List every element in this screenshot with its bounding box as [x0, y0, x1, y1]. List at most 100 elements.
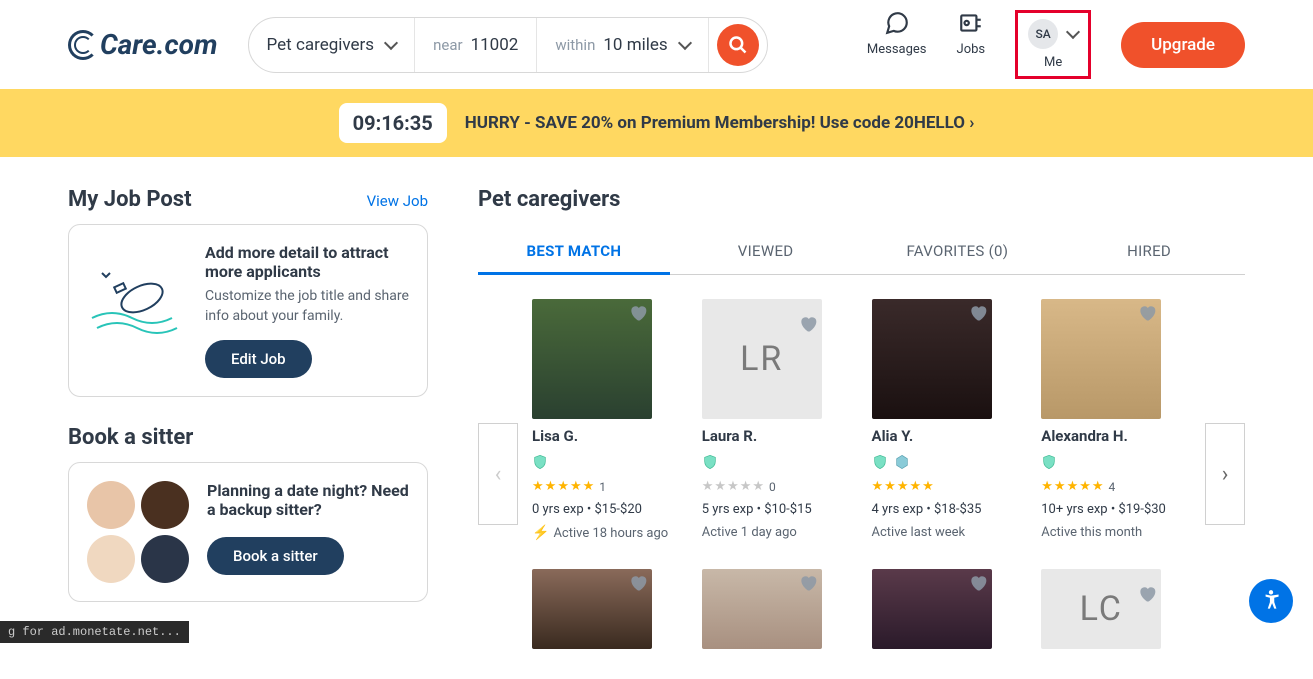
tab-viewed[interactable]: VIEWED	[670, 230, 862, 274]
star-icon: ★	[897, 479, 909, 494]
favorite-icon[interactable]	[968, 303, 988, 323]
chevron-down-icon	[384, 35, 398, 49]
job-post-card: Add more detail to attract more applican…	[68, 224, 428, 397]
results-tabs: BEST MATCH VIEWED FAVORITES (0) HIRED	[478, 230, 1245, 275]
caregiver-name: Lisa G.	[532, 427, 682, 445]
caregiver-meta: 4 yrs exp • $18-$35	[872, 502, 1022, 517]
shield-icon	[532, 453, 548, 471]
nav-messages[interactable]: Messages	[867, 10, 927, 57]
book-title: Planning a date night? Need a backup sit…	[207, 481, 409, 519]
caregiver-name: Alexandra H.	[1041, 427, 1191, 445]
avatar	[87, 481, 135, 529]
avatar	[87, 535, 135, 583]
caregiver-image[interactable]	[1041, 299, 1161, 419]
caregiver-row2: LC	[532, 569, 1191, 649]
book-head: Book a sitter	[68, 425, 428, 450]
carousel-body: Lisa G. ★★★★★1 0 yrs exp • $15-$20 ⚡Acti…	[532, 299, 1191, 649]
job-post-heading: My Job Post	[68, 187, 192, 212]
star-icon: ★	[545, 479, 557, 494]
caregiver-card[interactable]: Lisa G. ★★★★★1 0 yrs exp • $15-$20 ⚡Acti…	[532, 299, 682, 541]
caregiver-thumb[interactable]: LC	[1041, 569, 1161, 649]
active-status: Active this month	[1041, 525, 1191, 540]
promo-banner[interactable]: 09:16:35 HURRY - SAVE 20% on Premium Mem…	[0, 89, 1313, 157]
star-icon: ★	[909, 479, 921, 494]
star-icon: ★	[922, 479, 934, 494]
within-label: within	[555, 36, 595, 54]
carousel: ‹ Lisa G. ★★★★★1 0 yrs exp • $15-$20 ⚡Ac…	[478, 299, 1245, 649]
search-category-select[interactable]: Pet caregivers	[249, 18, 416, 72]
browser-status: g for ad.monetate.net...	[0, 621, 189, 643]
near-label: near	[433, 36, 462, 54]
star-icon: ★	[532, 479, 544, 494]
favorite-icon[interactable]	[798, 303, 818, 323]
favorite-icon[interactable]	[968, 573, 988, 593]
carousel-prev[interactable]: ‹	[478, 423, 518, 525]
view-job-link[interactable]: View Job	[367, 192, 428, 210]
book-sitter-button[interactable]: Book a sitter	[207, 537, 344, 575]
bottle-illustration	[87, 243, 187, 343]
avatar	[141, 481, 189, 529]
logo[interactable]: Care.com	[68, 28, 218, 61]
job-post-sub: Customize the job title and share info a…	[205, 287, 409, 326]
caregiver-card[interactable]: Alia Y. ★★★★★ 4 yrs exp • $18-$35 Active…	[872, 299, 1022, 541]
nav-jobs[interactable]: Jobs	[957, 10, 986, 57]
caregiver-image[interactable]: LR	[702, 299, 822, 419]
review-count: 0	[769, 480, 776, 494]
initials: LR	[740, 339, 783, 379]
search-button[interactable]	[717, 24, 759, 66]
favorite-icon[interactable]	[1137, 573, 1157, 593]
caregiver-thumb[interactable]	[532, 569, 652, 649]
tab-hired[interactable]: HIRED	[1053, 230, 1245, 274]
results-heading: Pet caregivers	[478, 187, 1245, 212]
rating: ★★★★★	[872, 479, 1022, 494]
book-sitter-card: Planning a date night? Need a backup sit…	[68, 462, 428, 602]
caregiver-card[interactable]: Alexandra H. ★★★★★4 10+ yrs exp • $19-$3…	[1041, 299, 1191, 541]
sitter-avatars	[87, 481, 189, 583]
search-radius-select[interactable]: within 10 miles	[537, 18, 708, 72]
messages-icon	[884, 10, 910, 36]
rating: ★★★★★1	[532, 479, 682, 494]
initials: LC	[1080, 589, 1123, 629]
active-status: ⚡Active 18 hours ago	[532, 525, 682, 541]
promo-text: HURRY - SAVE 20% on Premium Membership! …	[465, 113, 975, 133]
nav-me-label: Me	[1044, 55, 1062, 70]
search-icon	[728, 35, 748, 55]
caregiver-card[interactable]: LR Laura R. ★★★★★0 5 yrs exp • $10-$15 A…	[702, 299, 852, 541]
rating: ★★★★★4	[1041, 479, 1191, 494]
carousel-next[interactable]: ›	[1205, 423, 1245, 525]
rating: ★★★★★0	[702, 479, 852, 494]
favorite-icon[interactable]	[1137, 303, 1157, 323]
caregiver-meta: 10+ yrs exp • $19-$30	[1041, 502, 1191, 517]
me-avatar-row: SA	[1028, 19, 1078, 49]
caregiver-thumb[interactable]	[872, 569, 992, 649]
edit-job-button[interactable]: Edit Job	[205, 340, 312, 378]
badges	[532, 453, 682, 471]
nav-icons: Messages Jobs SA Me	[867, 10, 1091, 79]
favorite-icon[interactable]	[798, 573, 818, 593]
badge-icon	[894, 453, 910, 471]
right-column: Pet caregivers BEST MATCH VIEWED FAVORIT…	[478, 187, 1245, 649]
caregiver-image[interactable]	[532, 299, 652, 419]
caregiver-meta: 5 yrs exp • $10-$15	[702, 502, 852, 517]
star-icon: ★	[872, 479, 884, 494]
accessibility-icon	[1258, 588, 1284, 614]
star-icon: ★	[570, 479, 582, 494]
nav-messages-label: Messages	[867, 42, 927, 57]
shield-icon	[1041, 453, 1057, 471]
upgrade-button[interactable]: Upgrade	[1121, 22, 1245, 68]
favorite-icon[interactable]	[628, 573, 648, 593]
job-post-content: Add more detail to attract more applican…	[205, 243, 409, 378]
nav-me[interactable]: SA Me	[1015, 10, 1091, 79]
favorite-icon[interactable]	[628, 303, 648, 323]
tab-favorites[interactable]: FAVORITES (0)	[862, 230, 1054, 274]
search-location-input[interactable]: near 11002	[415, 18, 537, 72]
book-heading: Book a sitter	[68, 425, 193, 450]
tab-best-match[interactable]: BEST MATCH	[478, 230, 670, 275]
caregiver-image[interactable]	[872, 299, 992, 419]
header: Care.com Pet caregivers near 11002 withi…	[0, 0, 1313, 89]
badges	[1041, 453, 1191, 471]
star-icon: ★	[884, 479, 896, 494]
accessibility-button[interactable]	[1249, 579, 1293, 623]
caregiver-thumb[interactable]	[702, 569, 822, 649]
caregiver-meta: 0 yrs exp • $15-$20	[532, 502, 682, 517]
